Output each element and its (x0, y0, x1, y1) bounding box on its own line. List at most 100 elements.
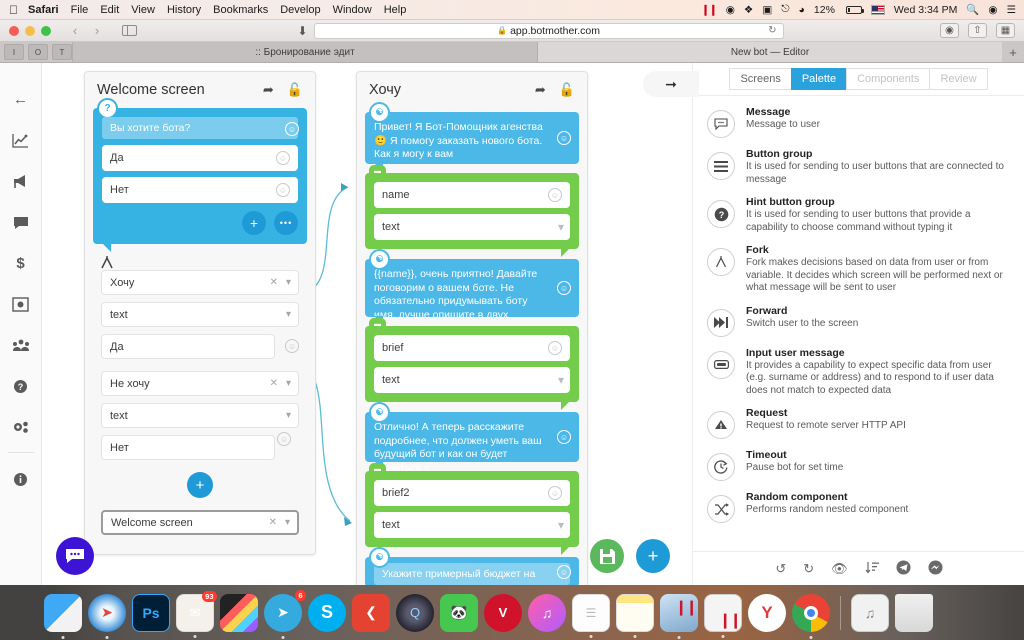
dock-item-finder[interactable] (44, 593, 82, 639)
palette-item-hint-button-group[interactable]: ? Hint button group It is used for sendi… (707, 195, 1010, 234)
menu-item-bookmarks[interactable]: Bookmarks (213, 4, 268, 16)
sort-icon[interactable] (865, 561, 879, 577)
palette-item-random-component[interactable]: Random component Performs random nested … (707, 490, 1010, 523)
emoji-picker-icon[interactable]: ☺ (276, 183, 290, 197)
clear-icon[interactable]: ✕ (270, 277, 278, 288)
flow-canvas[interactable]: Welcome screen ➦ 🔓 ? Вы хотите бота? ☺ Д… (42, 63, 692, 585)
at-status-icon[interactable]: ◉ (726, 4, 735, 16)
emoji-picker-icon[interactable]: ☺ (557, 281, 571, 295)
chevron-down-icon[interactable]: ▾ (558, 220, 564, 234)
telegram-icon[interactable] (896, 560, 911, 578)
info-icon[interactable] (0, 459, 42, 500)
dock-item-evernote[interactable]: 🐼 (440, 593, 478, 632)
tab-review[interactable]: Review (929, 68, 988, 90)
dock-item-telegram[interactable]: ➤ 6 (264, 589, 306, 639)
address-bar[interactable]: 🔒 app.botmother.com ↻ (313, 22, 784, 39)
close-window-button[interactable] (9, 25, 19, 36)
hint-button-da[interactable]: Да ☺ (102, 145, 298, 171)
fork-condition-select[interactable]: Хочу ✕ ▾ (101, 270, 299, 295)
help-icon[interactable]: ? (0, 366, 42, 407)
siri-icon[interactable]: ◉ (988, 4, 997, 16)
input-language-flag-icon[interactable] (870, 4, 885, 15)
privacy-report-icon[interactable]: ◉ (940, 23, 959, 38)
emoji-picker-icon[interactable]: ☺ (557, 131, 571, 145)
menu-item-edit[interactable]: Edit (100, 4, 119, 16)
messenger-icon[interactable] (928, 560, 943, 578)
input-block[interactable]: ▬ brief ☺ text ▾ (365, 318, 579, 410)
palette-item-request[interactable]: Request Request to remote server HTTP AP… (707, 406, 1010, 439)
fork-type-select[interactable]: text ▾ (101, 302, 299, 327)
fork-condition-select[interactable]: Не хочу ✕ ▾ (101, 371, 299, 396)
bluetooth-status-icon[interactable]: ⎋ (781, 3, 789, 16)
dock-item-final-cut-pro[interactable] (220, 593, 258, 632)
fork-block[interactable]: Хочу ✕ ▾ text ▾ Да ☺ Не хочу ✕ ▾ text ▾ … (93, 256, 307, 544)
palette-item-forward[interactable]: Forward Switch user to the screen (707, 304, 1010, 337)
menu-item-view[interactable]: View (131, 4, 155, 16)
dock-item-parallels-desktop[interactable]: ❙❙ (660, 593, 698, 639)
chevron-down-icon[interactable]: ▾ (285, 517, 290, 528)
tab-palette[interactable]: Palette (790, 68, 847, 90)
dock-item-photoshop[interactable]: Ps (132, 593, 170, 632)
emoji-picker-icon[interactable]: ☺ (557, 430, 571, 444)
menu-item-help[interactable]: Help (384, 4, 407, 16)
battery-icon[interactable] (845, 5, 864, 14)
media-icon[interactable] (0, 284, 42, 325)
hint-button-net[interactable]: Нет ☺ (102, 177, 298, 203)
chevron-down-icon[interactable]: ▾ (558, 518, 564, 532)
emoji-picker-icon[interactable]: ☺ (548, 188, 562, 202)
share-arrow-icon[interactable]: ➦ (263, 82, 274, 98)
unlock-icon[interactable]: 🔓 (287, 82, 303, 98)
broadcast-icon[interactable] (0, 161, 42, 202)
message-text[interactable]: Отлично! А теперь расскажите подробнее, … (374, 421, 570, 475)
wifi-status-icon[interactable]: ◕ (799, 4, 805, 16)
dropbox-status-icon[interactable]: ❖ (744, 4, 753, 16)
input-variable-field[interactable]: name ☺ (374, 182, 570, 208)
fork-target-screen-select[interactable]: Welcome screen ✕ ▾ (101, 510, 299, 535)
palette-item-input-user-message[interactable]: Input user message It provides a capabil… (707, 346, 1010, 398)
clock-label[interactable]: Wed 3:34 PM (894, 4, 957, 16)
unlock-icon[interactable]: 🔓 (559, 82, 575, 98)
dock-item-trash[interactable] (895, 593, 933, 632)
input-block[interactable]: ▬ brief2 ☺ text ▾ (365, 463, 579, 555)
hint-button-group-block[interactable]: ? Вы хотите бота? ☺ Да ☺ Нет ☺ + ••• (93, 98, 307, 252)
emoji-picker-icon[interactable]: ☺ (285, 339, 299, 353)
message-block[interactable]: ☯ Укажите примерный бюджет на ☺ (365, 547, 579, 585)
menu-item-safari[interactable]: Safari (28, 4, 59, 16)
notification-center-icon[interactable]: ☰ (1007, 4, 1016, 16)
fork-type-select[interactable]: text ▾ (101, 403, 299, 428)
dock-item-expressvpn[interactable]: V (484, 593, 522, 632)
more-options-button[interactable]: ••• (274, 211, 298, 235)
billing-icon[interactable]: $ (0, 243, 42, 284)
new-tab-button[interactable]: + (1002, 42, 1024, 62)
menu-item-history[interactable]: History (167, 4, 201, 16)
palette-item-button-group[interactable]: Button group It is used for sending to u… (707, 147, 1010, 186)
tab-components[interactable]: Components (846, 68, 930, 90)
back-button-icon[interactable]: ‹ (65, 22, 85, 39)
emoji-picker-icon[interactable]: ☺ (277, 432, 291, 446)
card-hochu[interactable]: Хочу ➦ 🔓 ☯ Привет! Я Бот-Помощник агенст… (356, 71, 588, 585)
dock-item-safari[interactable]: ➤ (88, 593, 126, 639)
palette-item-timeout[interactable]: Timeout Pause bot for set time (707, 448, 1010, 481)
chevron-down-icon[interactable]: ▾ (286, 309, 291, 320)
emoji-picker-icon[interactable]: ☺ (557, 565, 571, 579)
chat-icon[interactable] (0, 202, 42, 243)
downloads-icon[interactable]: ⬇ (297, 24, 307, 38)
pause-status-icon[interactable]: ❙❙ (701, 4, 718, 16)
input-type-select[interactable]: text ▾ (374, 214, 570, 240)
menu-item-file[interactable]: File (71, 4, 89, 16)
add-screen-button[interactable]: + (636, 539, 670, 573)
dock-item-quicktime[interactable]: Q (396, 593, 434, 632)
palette-list[interactable]: Message Message to user Button group It … (693, 96, 1024, 551)
save-flow-button[interactable] (590, 539, 624, 573)
add-button[interactable]: + (242, 211, 266, 235)
share-icon[interactable]: ⇧ (968, 23, 987, 38)
dock-item-yandex-browser[interactable]: Y (748, 593, 786, 632)
spotlight-search-icon[interactable]: 🔍 (966, 3, 979, 16)
apple-logo-icon[interactable]:  (9, 3, 18, 17)
dock-item-google-chrome[interactable] (792, 593, 830, 639)
message-block[interactable]: ☯ Отлично! А теперь расскажите подробнее… (365, 402, 579, 474)
tab-new-bot-editor[interactable]: New bot — Editor (537, 42, 1002, 62)
dock-item-music-folder[interactable]: ♫ (851, 593, 889, 632)
sidebar-toggle-button[interactable] (117, 23, 141, 39)
menu-item-develop[interactable]: Develop (280, 4, 320, 16)
